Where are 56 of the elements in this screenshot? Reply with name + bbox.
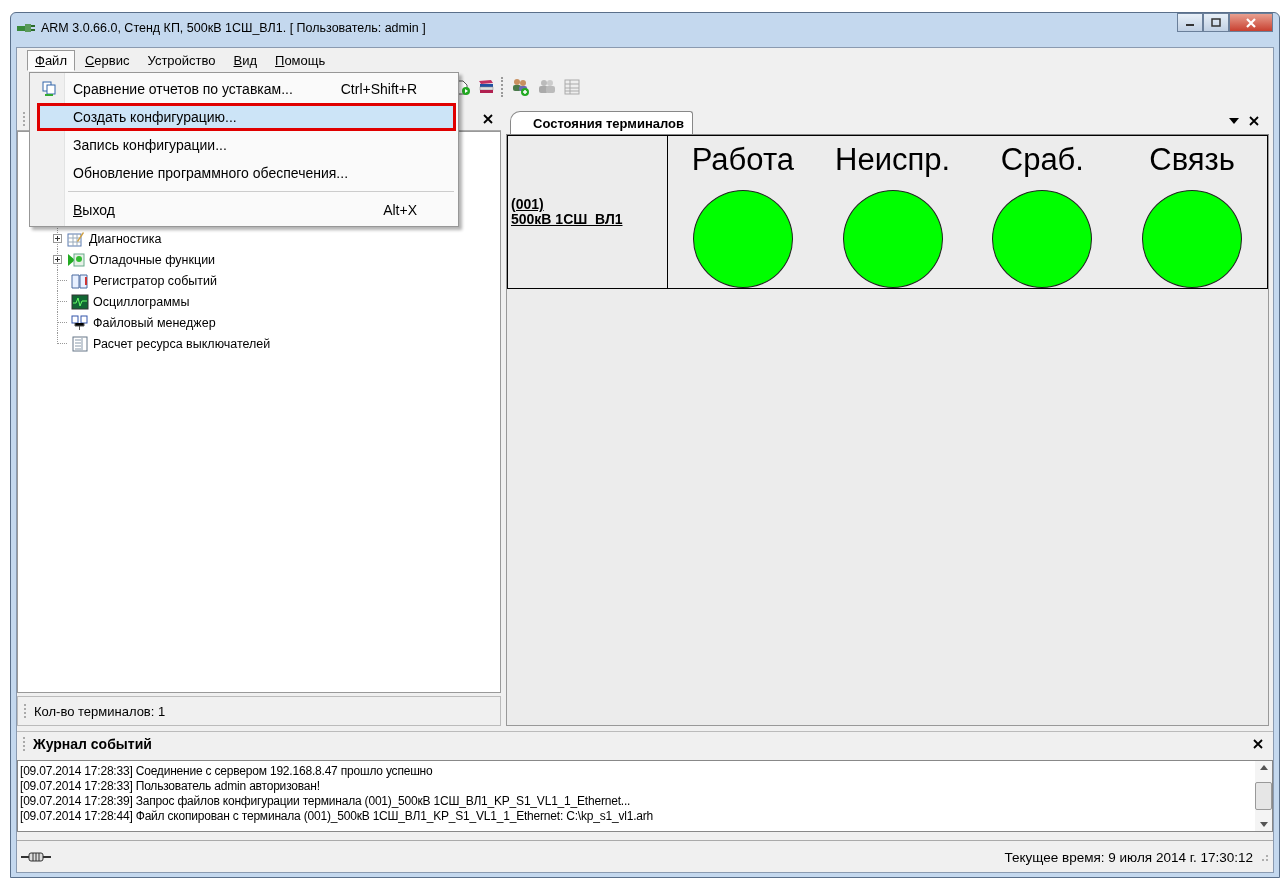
menu-item[interactable]: Помощь [267, 49, 334, 71]
tree-item[interactable]: Диагностика [89, 231, 162, 246]
close-icon [1245, 17, 1257, 28]
log-entry: [09.07.2014 17:28:39] Запрос файлов конфигурации терминала (001)_500кВ 1СШ_ВЛ1_KP_S1_VL1_1_Ethernet... [20, 794, 632, 809]
maximize-button[interactable] [1203, 13, 1229, 32]
notepad-icon [67, 230, 85, 247]
book-icon [71, 272, 89, 289]
scroll-up-icon[interactable] [1259, 765, 1268, 770]
tree-item[interactable]: Отладочные функции [89, 252, 216, 267]
panel-title: Журнал событий [33, 736, 152, 752]
book-icon[interactable] [477, 78, 495, 96]
panel-tab[interactable]: Состояния терминалов [510, 111, 694, 134]
menu-item[interactable]: Обновление программного обеспечения... [32, 159, 456, 187]
close-icon[interactable] [1247, 114, 1261, 128]
close-icon[interactable] [1251, 737, 1265, 751]
current-time: Текущее время: 9 июля 2014 г. 17:30:12 [1004, 849, 1253, 865]
menu-item[interactable]: Сравнение отчетов по уставкам... Ctrl+Shift+R [32, 75, 456, 103]
scrollbar[interactable] [1255, 761, 1272, 831]
resize-grip-icon[interactable] [1259, 852, 1269, 862]
menu-item[interactable]: Сервис [76, 49, 138, 71]
users-icon[interactable] [511, 77, 531, 97]
plug-icon [17, 22, 35, 34]
scroll-down-icon[interactable] [1259, 822, 1268, 827]
tree-item[interactable]: Файловый менеджер [93, 315, 216, 330]
indicator-label: Работа [691, 142, 794, 178]
terminal-link[interactable]: (001) 500кВ 1СШ_ВЛ1 [508, 136, 668, 288]
window-title: ARM 3.0.66.0, Стенд КП, 500кВ 1СШ_ВЛ1. [ Пользователь: admin ] [41, 21, 426, 35]
log-entry: [09.07.2014 17:28:33] Соединение с сервером 192.168.8.47 прошло успешно [20, 764, 434, 779]
tree-item[interactable]: Расчет ресурса выключателей [93, 336, 271, 351]
expand-icon[interactable] [53, 234, 63, 243]
indicator-label: Неиспр. [835, 142, 951, 178]
menu-item[interactable]: Вид [225, 49, 266, 71]
log-entry: [09.07.2014 17:28:33] Пользователь admin авторизован! [20, 779, 321, 794]
tree-item[interactable]: Осциллограммы [93, 294, 190, 309]
terminal-count: Кол-во терминалов: 1 [34, 703, 166, 719]
play-icon [67, 251, 85, 268]
dropdown-icon[interactable] [1229, 118, 1239, 124]
tree-item[interactable]: Регистратор событий [93, 273, 218, 288]
list-icon [71, 335, 89, 352]
oscilloscope-icon [71, 293, 89, 310]
copy-icon [42, 81, 56, 97]
close-button[interactable] [1229, 13, 1273, 32]
indicator-label: Связь [1149, 142, 1235, 178]
indicator-label: Сраб. [1000, 142, 1084, 178]
minimize-button[interactable] [1177, 13, 1203, 32]
log-entry: [09.07.2014 17:28:44] Файл скопирован с терминала (001)_500кВ 1СШ_ВЛ1_KP_S1_VL1_1_Ethernet: C:\kp_s1_vl1.arh [20, 809, 654, 824]
menu-item[interactable]: Устройство [139, 49, 224, 71]
network-icon [71, 314, 89, 331]
maximize-icon [1211, 18, 1221, 27]
connector-icon [21, 851, 51, 863]
menu-item[interactable]: Создать конфигурацию... [37, 103, 456, 131]
menu-item[interactable]: Файл [27, 49, 75, 71]
menu-item[interactable]: Запись конфигурации... [32, 131, 456, 159]
menu-item[interactable]: Выход Alt+X [32, 196, 456, 224]
close-icon[interactable] [481, 112, 495, 126]
expand-icon[interactable] [53, 255, 63, 264]
